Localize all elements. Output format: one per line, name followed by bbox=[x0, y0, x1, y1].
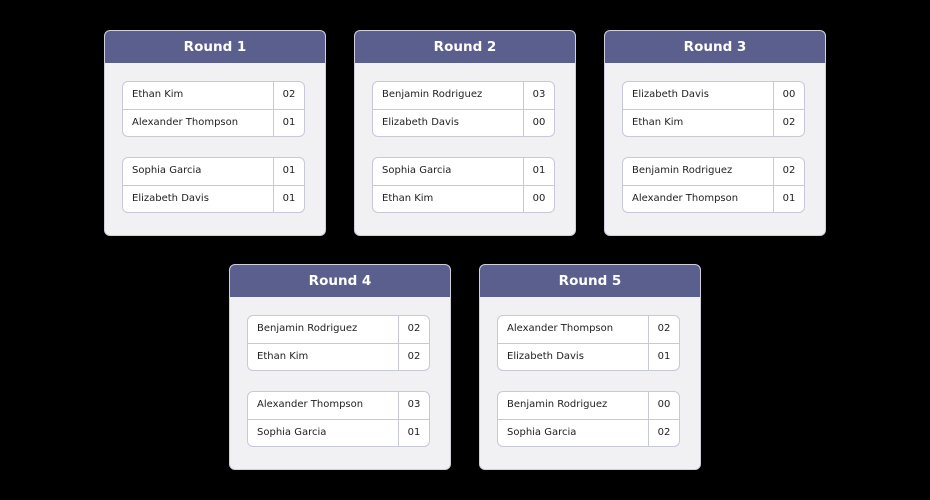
player-name: Alexander Thompson bbox=[248, 392, 399, 419]
match-box: Benjamin Rodriguez 00 Sophia Garcia 02 bbox=[497, 391, 680, 447]
round-card: Round 1 Ethan Kim 02 Alexander Thompson … bbox=[105, 31, 325, 235]
player-name: Elizabeth Davis bbox=[498, 344, 649, 370]
match-box: Ethan Kim 02 Alexander Thompson 01 bbox=[122, 81, 305, 137]
player-score: 01 bbox=[407, 427, 421, 438]
match-box: Sophia Garcia 01 Ethan Kim 00 bbox=[372, 157, 555, 213]
player-name: Alexander Thompson bbox=[123, 110, 274, 136]
player-name: Ethan Kim bbox=[623, 110, 774, 136]
round-title: Round 5 bbox=[480, 265, 700, 297]
match-box: Elizabeth Davis 00 Ethan Kim 02 bbox=[622, 81, 805, 137]
player-score: 02 bbox=[782, 165, 796, 176]
player-name: Benjamin Rodriguez bbox=[248, 316, 399, 343]
player-row: Ethan Kim 00 bbox=[373, 185, 554, 212]
player-score: 01 bbox=[782, 193, 796, 204]
player-score: 00 bbox=[532, 117, 546, 128]
player-score: 01 bbox=[532, 165, 546, 176]
player-row: Sophia Garcia 02 bbox=[498, 419, 679, 446]
player-row: Alexander Thompson 01 bbox=[623, 185, 804, 212]
round-card: Round 2 Benjamin Rodriguez 03 Elizabeth … bbox=[355, 31, 575, 235]
player-row: Elizabeth Davis 01 bbox=[123, 185, 304, 212]
player-score: 01 bbox=[282, 165, 296, 176]
player-row: Benjamin Rodriguez 00 bbox=[498, 392, 679, 419]
player-name: Benjamin Rodriguez bbox=[623, 158, 774, 185]
player-score: 02 bbox=[657, 323, 671, 334]
player-name: Sophia Garcia bbox=[498, 420, 649, 446]
player-name: Elizabeth Davis bbox=[373, 110, 524, 136]
player-row: Ethan Kim 02 bbox=[623, 109, 804, 136]
match-box: Alexander Thompson 03 Sophia Garcia 01 bbox=[247, 391, 430, 447]
player-row: Benjamin Rodriguez 03 bbox=[373, 82, 554, 109]
player-row: Sophia Garcia 01 bbox=[248, 419, 429, 446]
player-score: 02 bbox=[407, 351, 421, 362]
player-score: 01 bbox=[657, 351, 671, 362]
player-name: Elizabeth Davis bbox=[123, 186, 274, 212]
player-name: Alexander Thompson bbox=[623, 186, 774, 212]
round-title: Round 3 bbox=[605, 31, 825, 63]
player-row: Alexander Thompson 02 bbox=[498, 316, 679, 343]
player-name: Ethan Kim bbox=[373, 186, 524, 212]
player-score: 00 bbox=[782, 89, 796, 100]
player-row: Sophia Garcia 01 bbox=[123, 158, 304, 185]
player-score: 02 bbox=[282, 89, 296, 100]
player-row: Elizabeth Davis 00 bbox=[373, 109, 554, 136]
player-row: Alexander Thompson 01 bbox=[123, 109, 304, 136]
player-name: Benjamin Rodriguez bbox=[373, 82, 524, 109]
match-box: Benjamin Rodriguez 02 Ethan Kim 02 bbox=[247, 315, 430, 371]
player-row: Benjamin Rodriguez 02 bbox=[248, 316, 429, 343]
match-box: Benjamin Rodriguez 02 Alexander Thompson… bbox=[622, 157, 805, 213]
player-name: Sophia Garcia bbox=[373, 158, 524, 185]
player-row: Sophia Garcia 01 bbox=[373, 158, 554, 185]
player-row: Ethan Kim 02 bbox=[123, 82, 304, 109]
player-name: Ethan Kim bbox=[123, 82, 274, 109]
player-name: Sophia Garcia bbox=[123, 158, 274, 185]
player-score: 02 bbox=[782, 117, 796, 128]
player-score: 03 bbox=[532, 89, 546, 100]
player-row: Alexander Thompson 03 bbox=[248, 392, 429, 419]
player-row: Elizabeth Davis 01 bbox=[498, 343, 679, 370]
player-row: Elizabeth Davis 00 bbox=[623, 82, 804, 109]
player-score: 00 bbox=[532, 193, 546, 204]
player-row: Ethan Kim 02 bbox=[248, 343, 429, 370]
match-box: Alexander Thompson 02 Elizabeth Davis 01 bbox=[497, 315, 680, 371]
round-card: Round 4 Benjamin Rodriguez 02 Ethan Kim … bbox=[230, 265, 450, 469]
player-row: Benjamin Rodriguez 02 bbox=[623, 158, 804, 185]
round-title: Round 1 bbox=[105, 31, 325, 63]
round-title: Round 2 bbox=[355, 31, 575, 63]
player-name: Benjamin Rodriguez bbox=[498, 392, 649, 419]
player-name: Alexander Thompson bbox=[498, 316, 649, 343]
match-box: Benjamin Rodriguez 03 Elizabeth Davis 00 bbox=[372, 81, 555, 137]
player-name: Elizabeth Davis bbox=[623, 82, 774, 109]
player-name: Sophia Garcia bbox=[248, 420, 399, 446]
player-score: 02 bbox=[407, 323, 421, 334]
player-name: Ethan Kim bbox=[248, 344, 399, 370]
player-score: 02 bbox=[657, 427, 671, 438]
match-box: Sophia Garcia 01 Elizabeth Davis 01 bbox=[122, 157, 305, 213]
player-score: 00 bbox=[657, 399, 671, 410]
player-score: 01 bbox=[282, 193, 296, 204]
player-score: 01 bbox=[282, 117, 296, 128]
round-card: Round 3 Elizabeth Davis 00 Ethan Kim 02 … bbox=[605, 31, 825, 235]
round-card: Round 5 Alexander Thompson 02 Elizabeth … bbox=[480, 265, 700, 469]
player-score: 03 bbox=[407, 399, 421, 410]
round-title: Round 4 bbox=[230, 265, 450, 297]
